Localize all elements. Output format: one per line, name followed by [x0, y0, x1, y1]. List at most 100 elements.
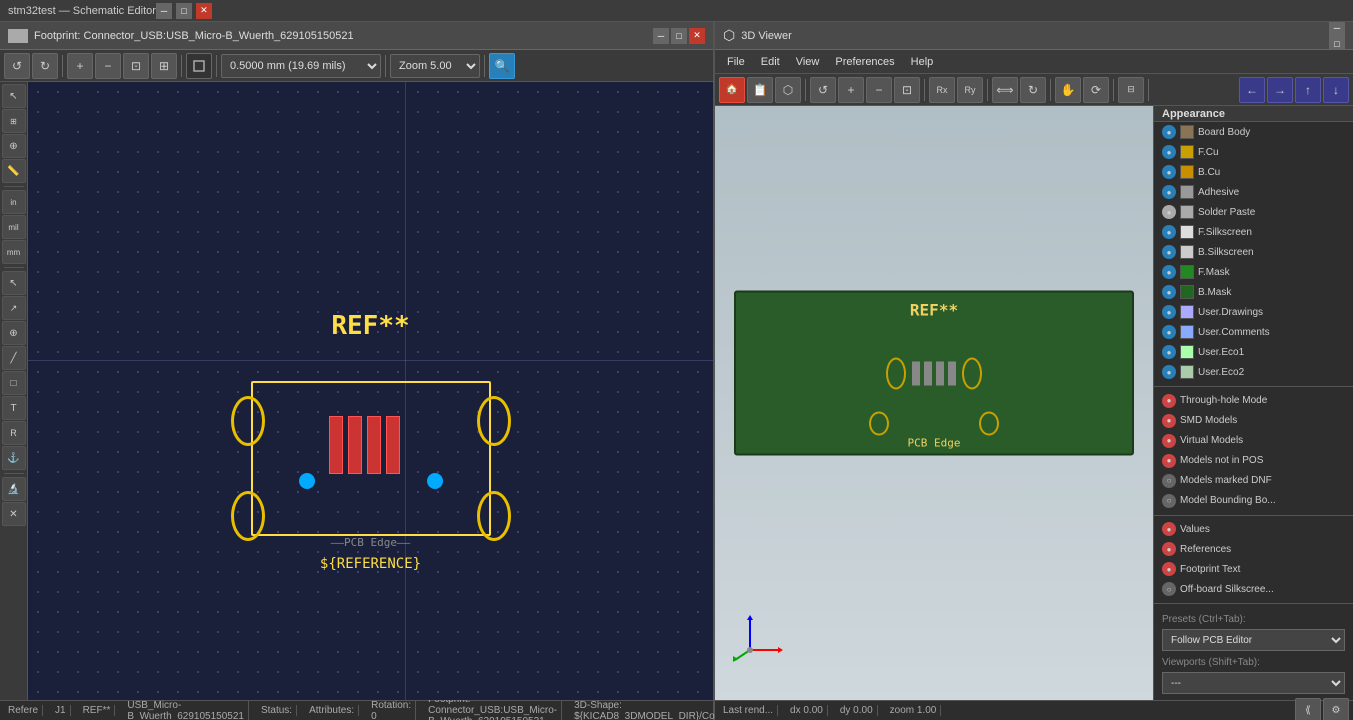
- layer-footprint-text[interactable]: ● Footprint Text: [1154, 559, 1353, 579]
- grab-btn[interactable]: [186, 53, 212, 79]
- layer-offboard-silk[interactable]: ○ Off-board Silkscree...: [1154, 579, 1353, 599]
- layer-bsilk[interactable]: ● B.Silkscreen: [1154, 242, 1353, 262]
- layer-eye-fsilk[interactable]: ●: [1162, 225, 1176, 239]
- layer-adhesive[interactable]: ● Adhesive: [1154, 182, 1353, 202]
- layer-bmask[interactable]: ● B.Mask: [1154, 282, 1353, 302]
- layer-values[interactable]: ● Values: [1154, 519, 1353, 539]
- draw-line[interactable]: ╱: [2, 346, 26, 370]
- layer-eye-board-body[interactable]: ●: [1162, 125, 1176, 139]
- close-btn[interactable]: ✕: [196, 3, 212, 19]
- layer-eye-notinpos[interactable]: ●: [1162, 454, 1176, 468]
- menu-view[interactable]: View: [788, 50, 828, 74]
- viewer-flip-btn[interactable]: ⟺: [992, 77, 1018, 103]
- layer-eye-adhesive[interactable]: ●: [1162, 185, 1176, 199]
- viewer-ry-btn[interactable]: Ry: [957, 77, 983, 103]
- viewports-select[interactable]: ---: [1162, 672, 1345, 694]
- delete-tool[interactable]: ✕: [2, 502, 26, 526]
- nav-down[interactable]: ↓: [1323, 77, 1349, 103]
- layer-references[interactable]: ● References: [1154, 539, 1353, 559]
- zoom-in-btn[interactable]: +: [67, 53, 93, 79]
- layer-fsilk[interactable]: ● F.Silkscreen: [1154, 222, 1353, 242]
- maximize-btn[interactable]: □: [176, 3, 192, 19]
- 3d-canvas[interactable]: REF**: [715, 106, 1153, 700]
- layer-eye-usereco1[interactable]: ●: [1162, 345, 1176, 359]
- undo-btn[interactable]: ↺: [4, 53, 30, 79]
- minimize-btn[interactable]: ─: [156, 3, 172, 19]
- zoom-area-btn[interactable]: ⊞: [151, 53, 177, 79]
- layer-eye-values[interactable]: ●: [1162, 522, 1176, 536]
- mil-unit[interactable]: mil: [2, 215, 26, 239]
- layer-bcu[interactable]: ● B.Cu: [1154, 162, 1353, 182]
- select-tool[interactable]: ↖: [2, 84, 26, 108]
- layer-board-body[interactable]: ● Board Body: [1154, 122, 1353, 142]
- inch-unit[interactable]: in: [2, 190, 26, 214]
- pad-tool[interactable]: ⊕: [2, 321, 26, 345]
- layer-virtual[interactable]: ● Virtual Models: [1154, 431, 1353, 451]
- layer-thhole[interactable]: ● Through-hole Mode: [1154, 391, 1353, 411]
- zoom-fit-btn[interactable]: ⊡: [123, 53, 149, 79]
- layer-eye-bounding[interactable]: ○: [1162, 494, 1176, 508]
- layer-dnf[interactable]: ○ Models marked DNF: [1154, 471, 1353, 491]
- layer-eye-references[interactable]: ●: [1162, 542, 1176, 556]
- layer-eye-bmask[interactable]: ●: [1162, 285, 1176, 299]
- viewer-rot-btn[interactable]: ↻: [1020, 77, 1046, 103]
- nav-back[interactable]: ←: [1239, 77, 1265, 103]
- menu-edit[interactable]: Edit: [753, 50, 788, 74]
- menu-file[interactable]: File: [719, 50, 753, 74]
- layer-solderpaste[interactable]: ● Solder Paste: [1154, 202, 1353, 222]
- layer-eye-dnf[interactable]: ○: [1162, 474, 1176, 488]
- ref-tool[interactable]: R: [2, 421, 26, 445]
- anchor-tool[interactable]: ⚓: [2, 446, 26, 470]
- viewer-refresh-btn[interactable]: ↺: [810, 77, 836, 103]
- redo-btn[interactable]: ↻: [32, 53, 58, 79]
- layer-eye-usercomment[interactable]: ●: [1162, 325, 1176, 339]
- fp-canvas[interactable]: REF**: [28, 82, 713, 700]
- pointer-tool[interactable]: ↖: [2, 271, 26, 295]
- layer-usercomment[interactable]: ● User.Comments: [1154, 322, 1353, 342]
- layer-eye-bsilk[interactable]: ●: [1162, 245, 1176, 259]
- layer-smd[interactable]: ● SMD Models: [1154, 411, 1353, 431]
- fp-maximize[interactable]: □: [671, 28, 687, 44]
- viewer-minimize[interactable]: ─: [1329, 22, 1345, 36]
- fp-minimize[interactable]: ─: [653, 28, 669, 44]
- layer-userdraw[interactable]: ● User.Drawings: [1154, 302, 1353, 322]
- viewer-pan-btn[interactable]: ✋: [1055, 77, 1081, 103]
- viewer-copy-btn[interactable]: 📋: [747, 77, 773, 103]
- layer-eye-smd[interactable]: ●: [1162, 414, 1176, 428]
- nav-up[interactable]: ↑: [1295, 77, 1321, 103]
- layer-eye-solderpaste[interactable]: ●: [1162, 205, 1176, 219]
- layer-eye-fcu[interactable]: ●: [1162, 145, 1176, 159]
- layer-eye-offboard[interactable]: ○: [1162, 582, 1176, 596]
- viewer-panel-toggle[interactable]: ⟪: [1295, 698, 1321, 720]
- presets-select[interactable]: Follow PCB Editor: [1162, 629, 1345, 651]
- nav-forward[interactable]: →: [1267, 77, 1293, 103]
- fp-close[interactable]: ✕: [689, 28, 705, 44]
- viewer-3d-btn[interactable]: ⬡: [775, 77, 801, 103]
- layer-eye-virtual[interactable]: ●: [1162, 434, 1176, 448]
- zoom-select[interactable]: Zoom 5.00: [390, 54, 480, 78]
- viewer-settings-btn[interactable]: ⚙: [1323, 698, 1349, 720]
- viewer-zin-btn[interactable]: +: [838, 77, 864, 103]
- layer-eye-thhole[interactable]: ●: [1162, 394, 1176, 408]
- layer-fmask[interactable]: ● F.Mask: [1154, 262, 1353, 282]
- layer-eye-footprint-text[interactable]: ●: [1162, 562, 1176, 576]
- text-tool[interactable]: T: [2, 396, 26, 420]
- menu-preferences[interactable]: Preferences: [827, 50, 902, 74]
- select-filter[interactable]: ⊞: [2, 109, 26, 133]
- viewer-zout-btn[interactable]: −: [866, 77, 892, 103]
- search-btn[interactable]: 🔍: [489, 53, 515, 79]
- layer-usereco1[interactable]: ● User.Eco1: [1154, 342, 1353, 362]
- layer-eye-fmask[interactable]: ●: [1162, 265, 1176, 279]
- layer-eye-bcu[interactable]: ●: [1162, 165, 1176, 179]
- layer-bounding[interactable]: ○ Model Bounding Bo...: [1154, 491, 1353, 511]
- measure-tool[interactable]: 📏: [2, 159, 26, 183]
- layer-usereco2[interactable]: ● User.Eco2: [1154, 362, 1353, 382]
- route-tool[interactable]: ↗: [2, 296, 26, 320]
- highlight-tool[interactable]: ⊕: [2, 134, 26, 158]
- viewer-ortho-btn[interactable]: ⊟: [1118, 77, 1144, 103]
- grid-select[interactable]: 0.5000 mm (19.69 mils): [221, 54, 381, 78]
- menu-help[interactable]: Help: [903, 50, 942, 74]
- layer-notinpos[interactable]: ● Models not in POS: [1154, 451, 1353, 471]
- layer-eye-userdraw[interactable]: ●: [1162, 305, 1176, 319]
- viewer-home-btn[interactable]: 🏠: [719, 77, 745, 103]
